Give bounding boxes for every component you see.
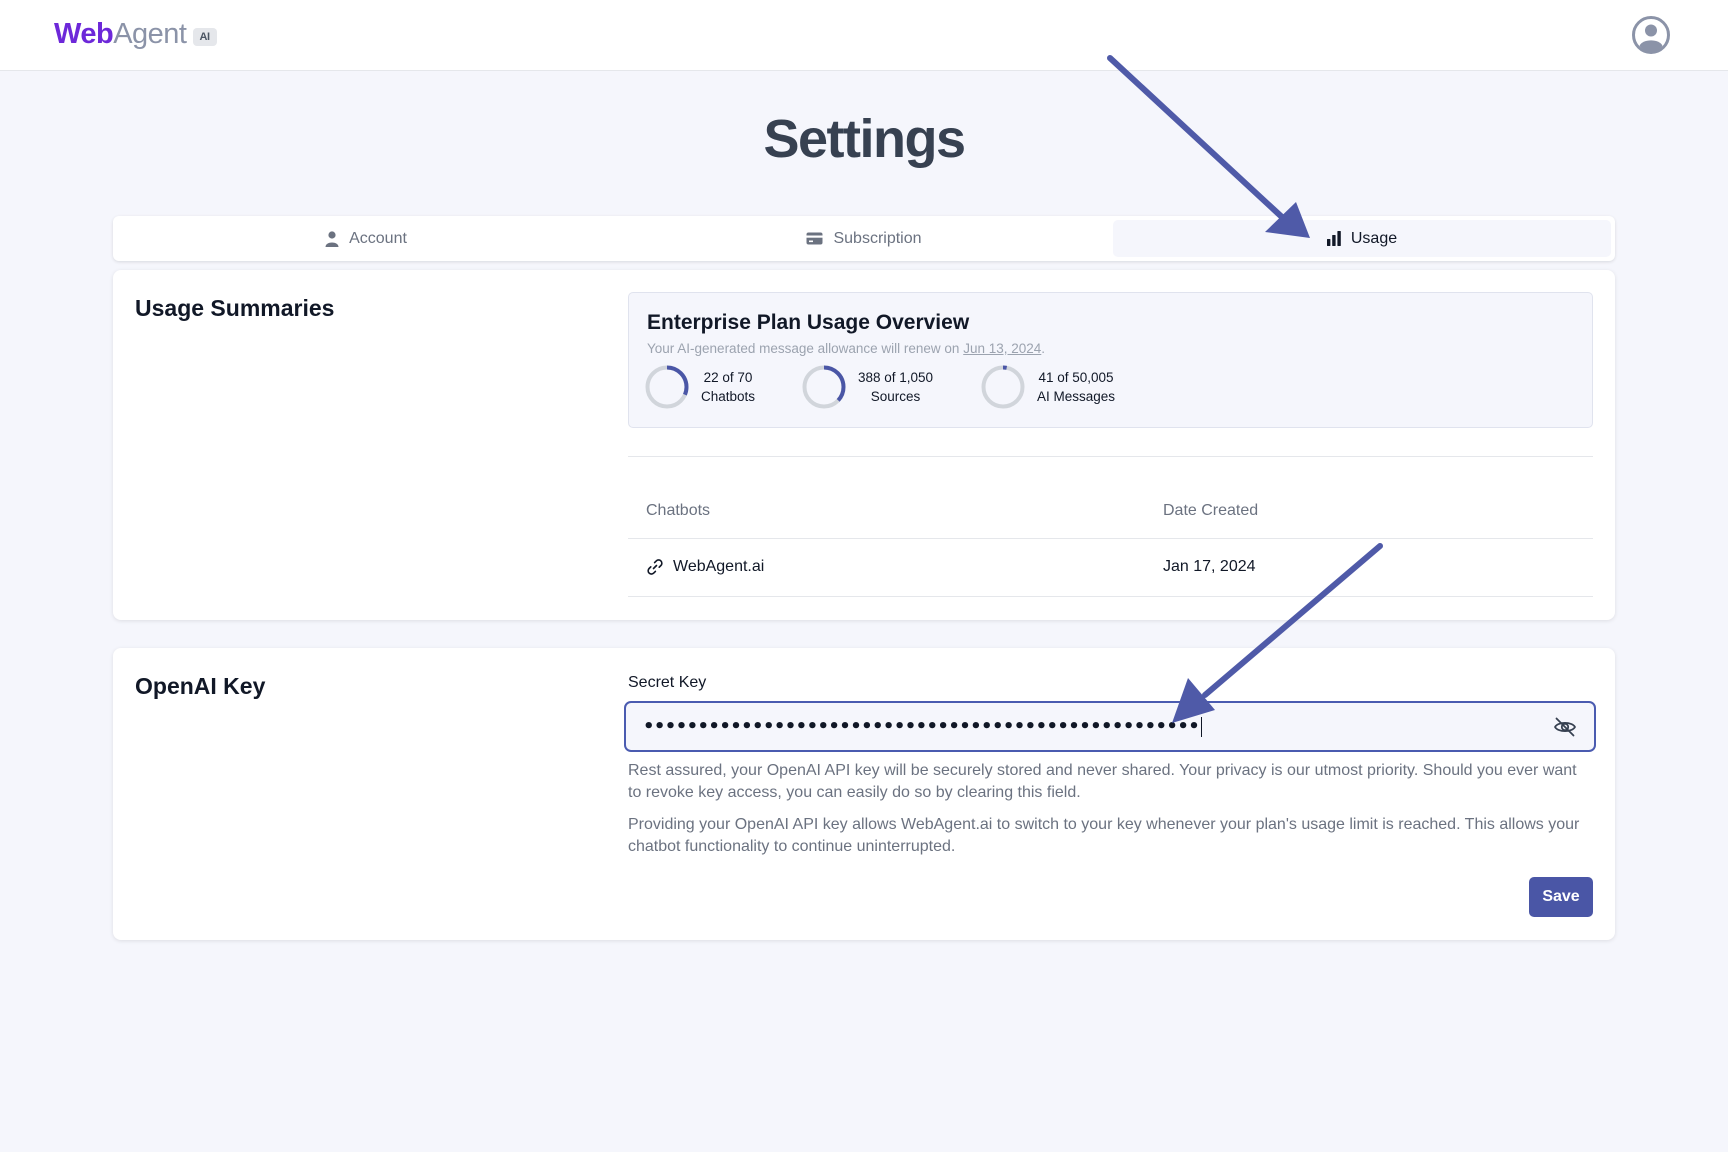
stat-ai-messages-text: 41 of 50,005 AI Messages	[1037, 368, 1115, 406]
sources-progress-ring	[802, 365, 846, 409]
chatbot-date-created: Jan 17, 2024	[1163, 558, 1256, 575]
secret-key-value: ••••••••••••••••••••••••••••••••••••••••…	[643, 716, 1200, 737]
user-circle-icon[interactable]	[1632, 16, 1670, 54]
logo-text-agent: Agent	[113, 18, 187, 50]
openai-key-title: OpenAI Key	[135, 673, 266, 699]
tab-subscription-label: Subscription	[833, 229, 922, 247]
openai-key-card: OpenAI Key Secret Key ••••••••••••••••••…	[113, 648, 1615, 940]
link-icon	[647, 559, 663, 575]
chatbot-name: WebAgent.ai	[673, 558, 765, 575]
user-icon	[325, 230, 339, 247]
table-row-chatbot-name[interactable]: WebAgent.ai	[646, 558, 764, 576]
bar-chart-icon	[1326, 231, 1341, 246]
stat-sources-text: 388 of 1,050 Sources	[858, 368, 933, 406]
stat-sources: 388 of 1,050 Sources	[802, 365, 933, 409]
table-row-divider	[628, 596, 1593, 597]
plan-usage-overview: Enterprise Plan Usage Overview Your AI-g…	[628, 292, 1593, 428]
stat-ai-messages-count: 41 of 50,005	[1038, 370, 1114, 385]
stat-ai-messages-label: AI Messages	[1037, 389, 1116, 404]
stat-sources-count: 388 of 1,050	[858, 370, 934, 385]
logo[interactable]: Web Agent AI	[54, 18, 217, 51]
logo-text-web: Web	[54, 18, 114, 50]
stat-ai-messages: 41 of 50,005 AI Messages	[981, 365, 1115, 409]
page-title: Settings	[763, 109, 966, 169]
credit-card-icon	[806, 232, 823, 245]
stat-sources-label: Sources	[870, 389, 921, 404]
column-header-chatbots[interactable]: Chatbots	[646, 502, 710, 520]
eye-off-icon[interactable]	[1553, 715, 1577, 744]
tab-usage[interactable]: Usage	[1113, 220, 1611, 257]
save-button[interactable]: Save	[1529, 877, 1593, 917]
stat-chatbots-count: 22 of 70	[703, 370, 753, 385]
renew-date: Jun 13, 2024	[963, 341, 1042, 356]
text-caret	[1201, 716, 1203, 737]
overview-subtitle: Your AI-generated message allowance will…	[647, 341, 1045, 356]
ai-messages-progress-ring	[981, 365, 1025, 409]
overview-subtitle-text: Your AI-generated message allowance will…	[647, 341, 960, 356]
tab-usage-label: Usage	[1350, 229, 1398, 247]
section-divider	[628, 456, 1593, 457]
secret-key-label: Secret Key	[628, 674, 707, 691]
overview-title: Enterprise Plan Usage Overview	[647, 311, 970, 334]
logo-badge: AI	[192, 27, 217, 46]
chatbots-progress-ring	[645, 365, 689, 409]
usage-summaries-card: Usage Summaries Enterprise Plan Usage Ov…	[113, 270, 1615, 620]
usage-summaries-title: Usage Summaries	[135, 295, 335, 321]
stat-chatbots-text: 22 of 70 Chatbots	[701, 368, 755, 406]
secret-key-input[interactable]: ••••••••••••••••••••••••••••••••••••••••…	[624, 701, 1596, 752]
settings-tabs: Account Subscription Usage	[113, 216, 1615, 261]
column-header-date-created[interactable]: Date Created	[1163, 502, 1258, 520]
tab-account-label: Account	[349, 229, 407, 247]
top-bar: Web Agent AI	[0, 0, 1728, 71]
tab-account[interactable]: Account	[117, 220, 615, 257]
stat-chatbots-label: Chatbots	[701, 389, 756, 404]
stat-chatbots: 22 of 70 Chatbots	[645, 365, 755, 409]
table-row-date: Jan 17, 2024	[1163, 558, 1256, 576]
fallback-help-text: Providing your OpenAI API key allows Web…	[628, 816, 1580, 855]
tab-subscription[interactable]: Subscription	[615, 220, 1113, 257]
overview-subtitle-suffix: .	[1041, 341, 1046, 356]
privacy-help-text: Rest assured, your OpenAI API key will b…	[628, 762, 1577, 801]
table-header-divider	[628, 538, 1593, 539]
